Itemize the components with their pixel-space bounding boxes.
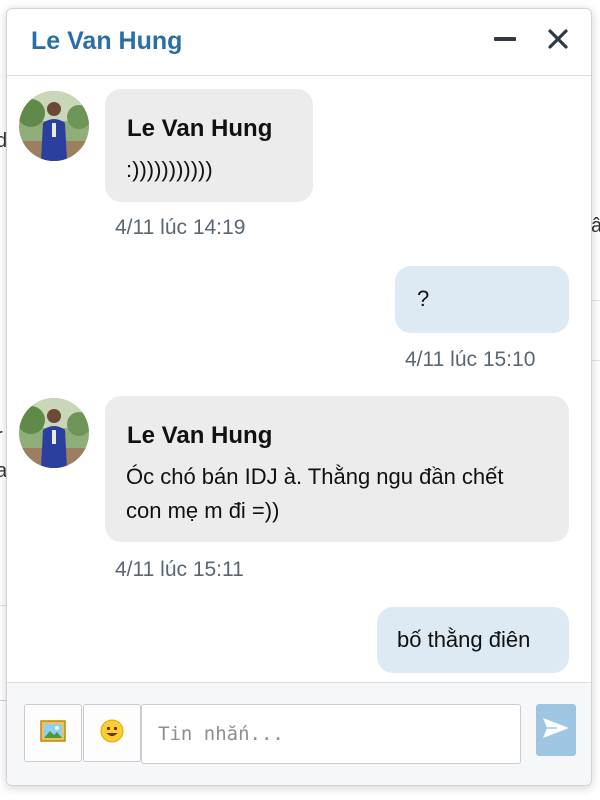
message-timestamp: 4/11 lúc 14:19	[115, 216, 246, 239]
message-timestamp: 4/11 lúc 15:11	[115, 558, 244, 581]
message-bubble: Le Van Hung Óc chó bán IDJ à. Thằng ngu …	[105, 396, 569, 542]
message-bubble: ?	[395, 266, 569, 333]
image-icon	[40, 719, 66, 747]
send-button[interactable]	[536, 704, 576, 756]
message-input[interactable]	[141, 704, 521, 764]
emoji-button[interactable]	[83, 704, 141, 762]
close-icon	[547, 28, 569, 55]
avatar[interactable]	[19, 91, 89, 161]
chat-window: Le Van Hung Le Van Hung:))))))))))) 4/1…	[6, 8, 592, 786]
message-timestamp: 4/11 lúc 15:10	[405, 348, 536, 371]
message-text-line: con mẹ m đi =))	[126, 498, 280, 523]
message-bubble: bố thằng điên	[377, 607, 569, 673]
sender-name: Le Van Hung	[127, 422, 273, 449]
emoji-icon	[100, 719, 124, 748]
attach-image-button[interactable]	[24, 704, 82, 762]
message-text: ?	[417, 286, 430, 311]
minimize-button[interactable]	[487, 23, 523, 59]
chat-header: Le Van Hung	[7, 9, 591, 76]
message-list[interactable]: Le Van Hung :))))))))))) 4/11 lúc 14:19 …	[7, 76, 591, 682]
message-text: bố thằng điên	[397, 627, 531, 652]
send-icon	[542, 716, 570, 745]
minimize-icon	[493, 27, 517, 56]
background-page-fragment: r	[0, 425, 3, 448]
close-button[interactable]	[540, 23, 576, 59]
background-page-fragment: â	[591, 215, 600, 237]
sender-name: Le Van Hung	[127, 115, 273, 142]
message-composer	[7, 682, 591, 785]
message-bubble: Le Van Hung :)))))))))))	[105, 89, 313, 202]
avatar[interactable]	[19, 398, 89, 468]
message-text: :)))))))))))	[126, 157, 213, 182]
message-text-line: Óc chó bán IDJ à. Thằng ngu đần chết	[126, 464, 504, 489]
chat-title[interactable]: Le Van Hung	[31, 27, 182, 56]
